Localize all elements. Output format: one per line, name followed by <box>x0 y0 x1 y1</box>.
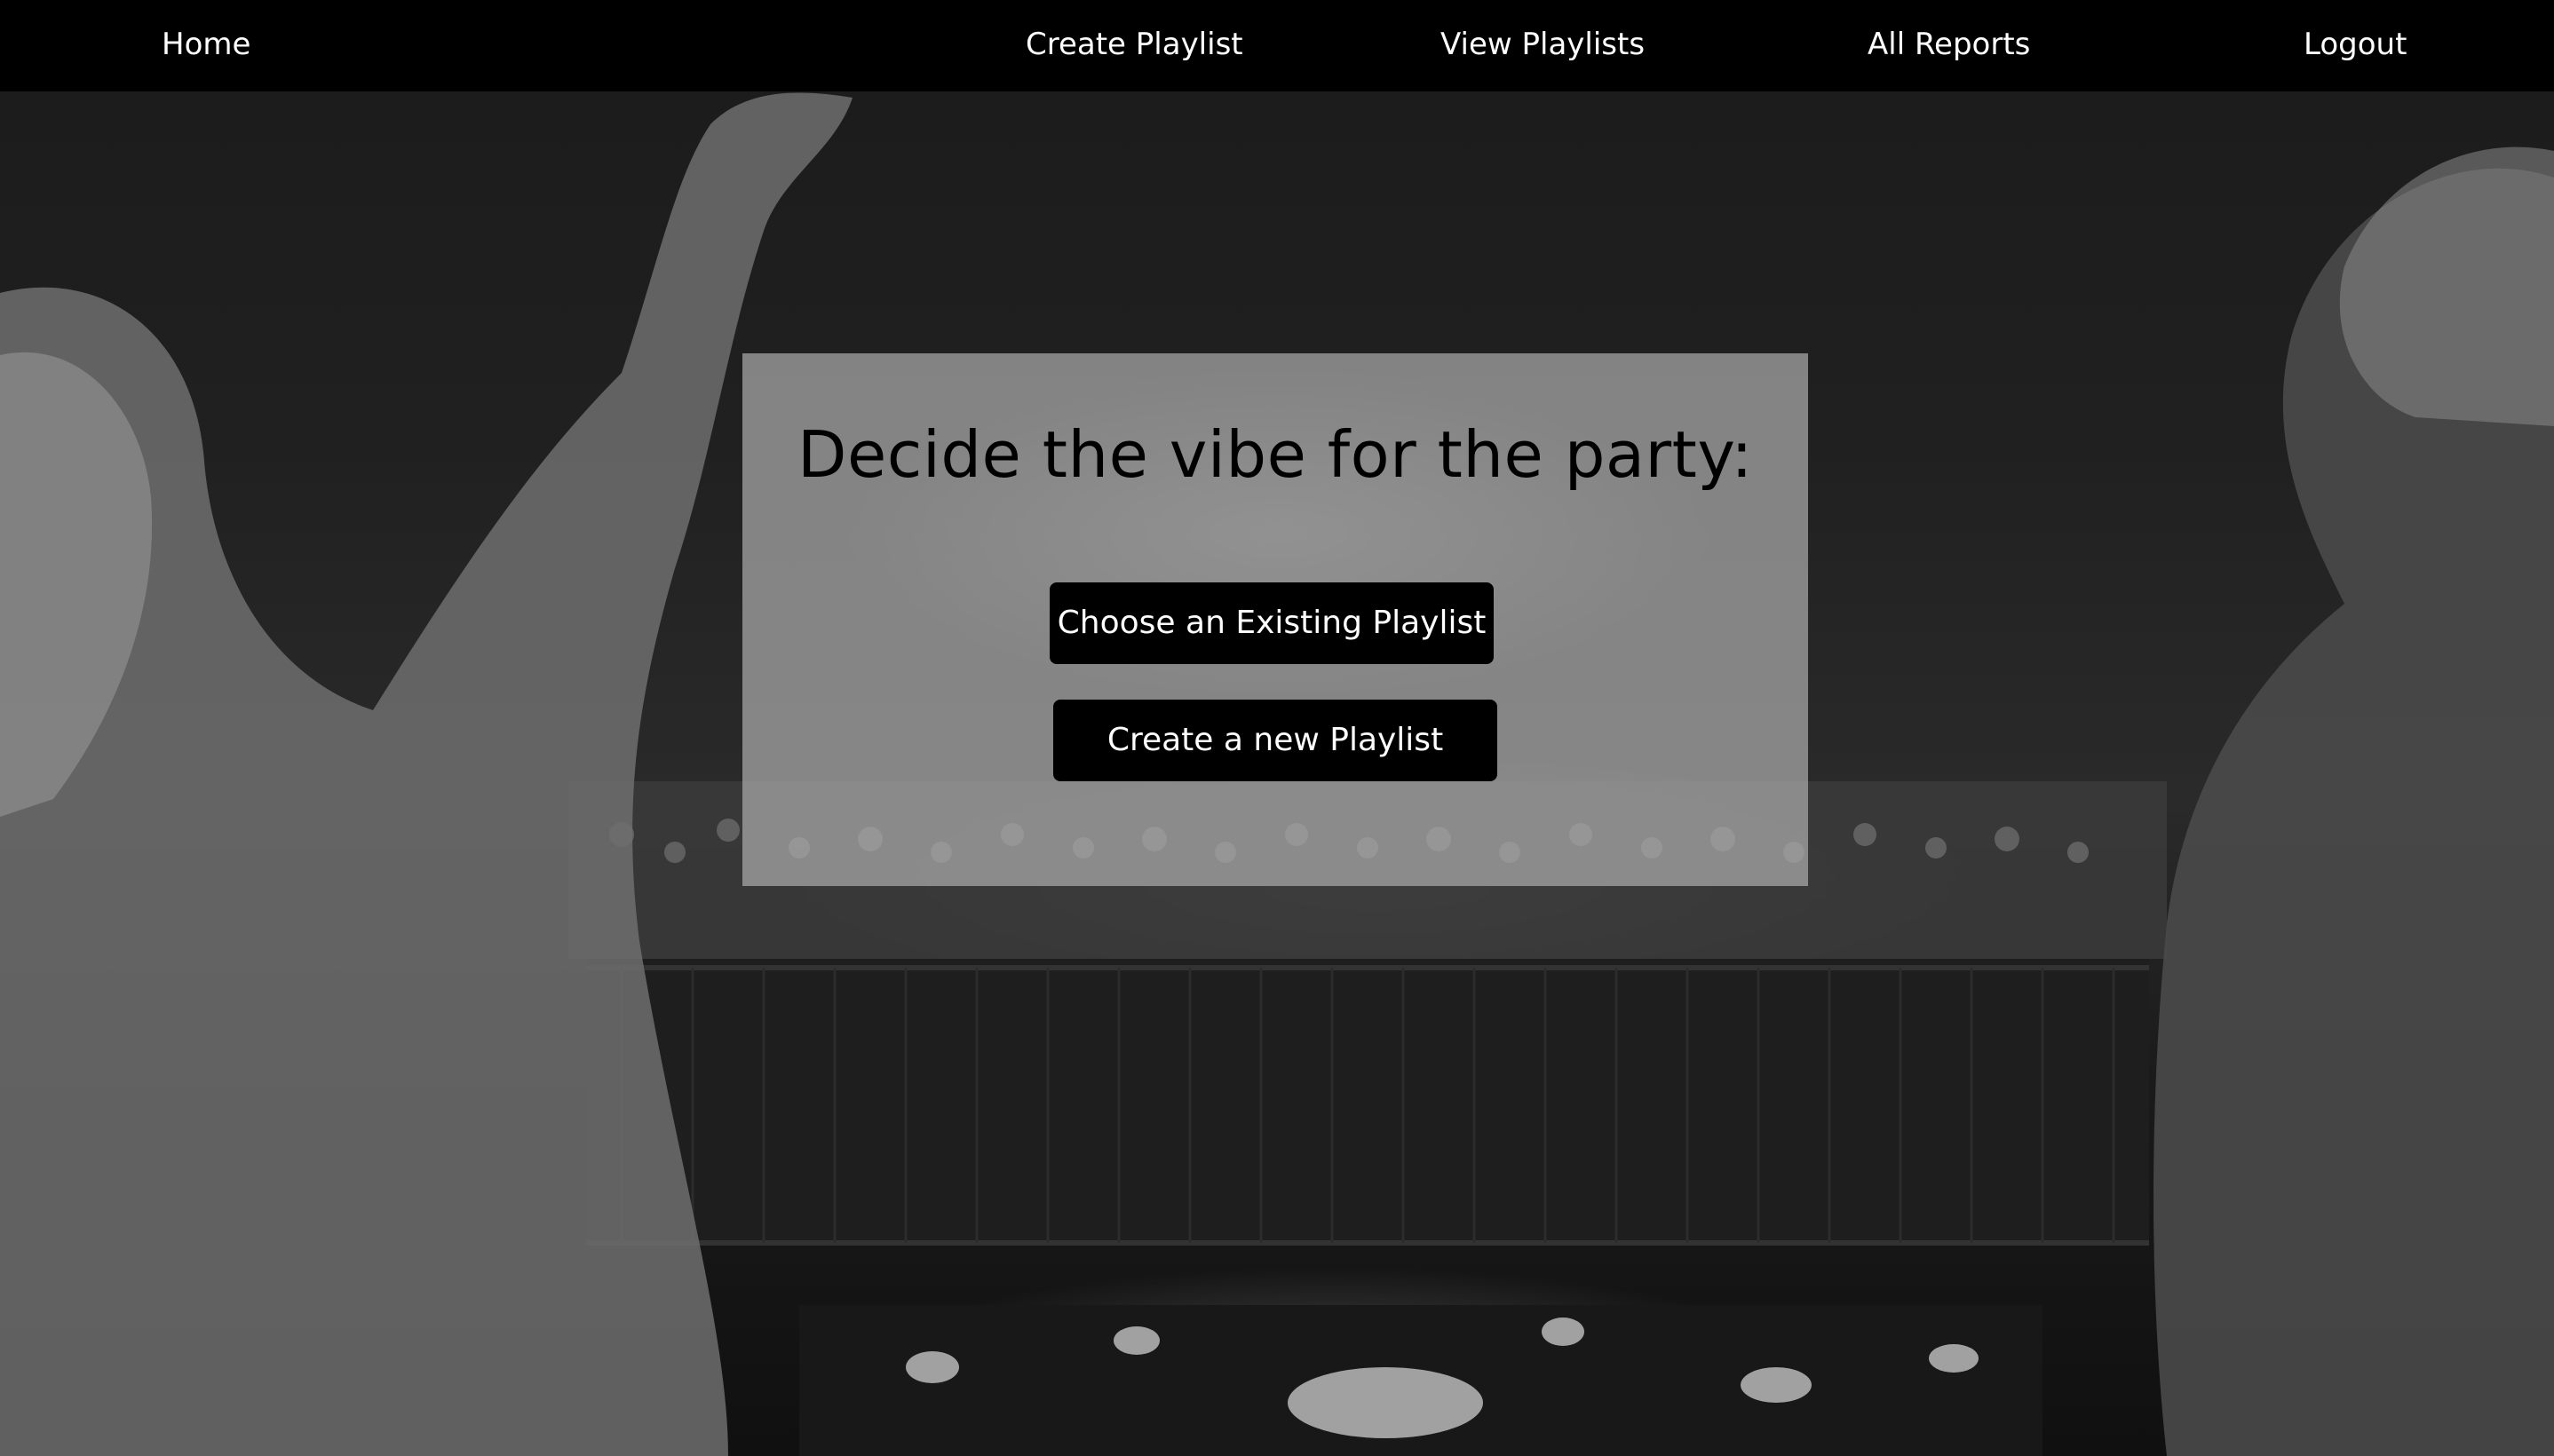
choose-existing-playlist-button[interactable]: Choose an Existing Playlist <box>1050 582 1494 664</box>
vibe-selection-card: Decide the vibe for the party: Choose an… <box>742 353 1808 886</box>
nav-view-playlists[interactable]: View Playlists <box>1440 0 1645 91</box>
page-title: Decide the vibe for the party: <box>797 417 1753 492</box>
nav-logout[interactable]: Logout <box>2304 0 2407 91</box>
top-navbar: Home Create Playlist View Playlists All … <box>0 0 2554 91</box>
page: Home Create Playlist View Playlists All … <box>0 0 2554 1456</box>
create-new-playlist-button[interactable]: Create a new Playlist <box>1053 700 1497 781</box>
nav-all-reports[interactable]: All Reports <box>1868 0 2030 91</box>
nav-create-playlist[interactable]: Create Playlist <box>1026 0 1243 91</box>
nav-home[interactable]: Home <box>162 0 250 91</box>
